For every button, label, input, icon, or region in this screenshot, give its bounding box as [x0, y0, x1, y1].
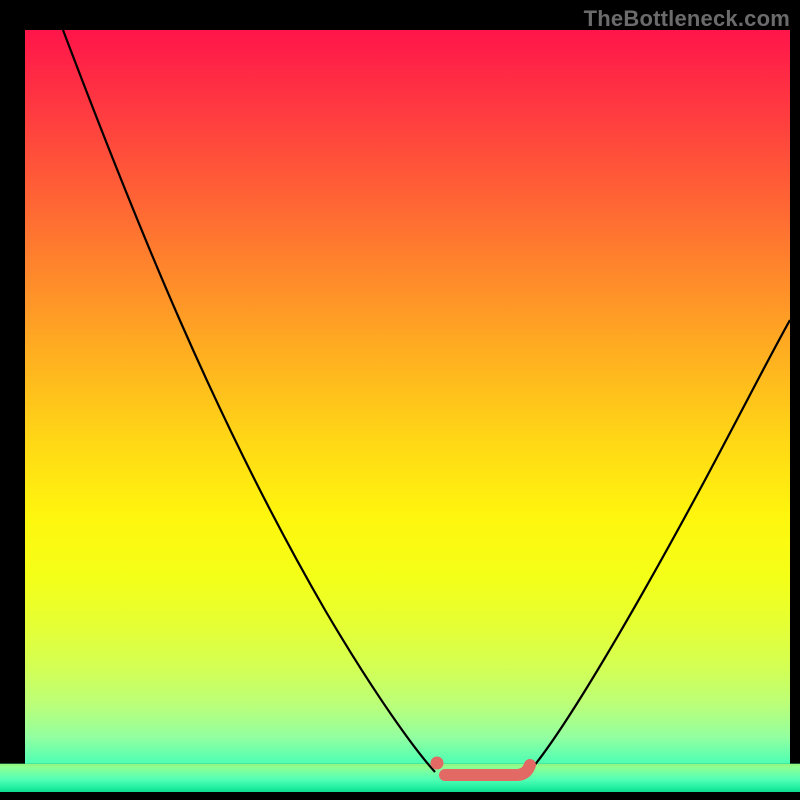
chart-area: [25, 30, 790, 790]
marker-start-dot: [431, 757, 444, 770]
bottleneck-curve-svg: [25, 30, 790, 790]
curve-left-branch: [63, 30, 435, 772]
curve-right-branch: [529, 320, 790, 772]
watermark-text: TheBottleneck.com: [584, 6, 790, 32]
optimal-range-marker: [445, 765, 530, 775]
